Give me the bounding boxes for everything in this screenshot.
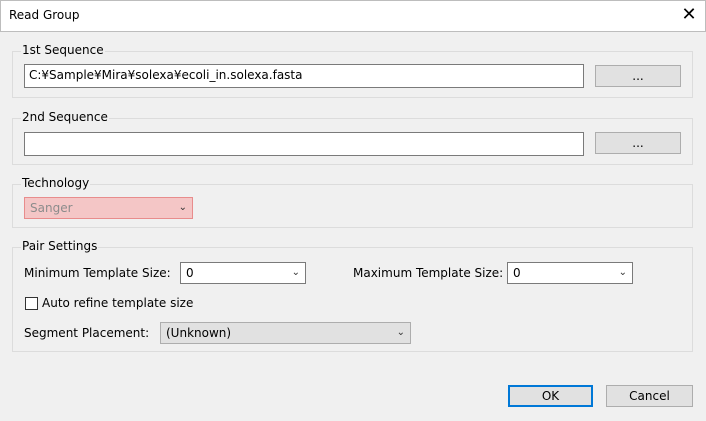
- max-template-value: 0: [513, 266, 521, 280]
- seq1-path-input[interactable]: C:¥Sample¥Mira¥solexa¥ecoli_in.solexa.fa…: [24, 64, 584, 88]
- segment-placement-label: Segment Placement:: [24, 326, 150, 340]
- min-template-value: 0: [186, 266, 194, 280]
- seq2-label: 2nd Sequence: [21, 110, 109, 124]
- seq1-browse-button[interactable]: ...: [595, 65, 681, 87]
- max-template-label: Maximum Template Size:: [353, 266, 504, 280]
- title-bar: [0, 0, 706, 32]
- auto-refine-label[interactable]: Auto refine template size: [42, 296, 193, 310]
- chevron-down-icon: ⌄: [178, 202, 187, 213]
- chevron-down-icon: ⌄: [396, 327, 405, 338]
- min-template-label: Minimum Template Size:: [24, 266, 171, 280]
- technology-value: Sanger: [30, 201, 73, 215]
- technology-select[interactable]: Sanger ⌄: [24, 197, 193, 219]
- min-template-select[interactable]: 0 ⌄: [180, 262, 306, 284]
- chevron-down-icon: ⌄: [618, 267, 627, 278]
- close-icon[interactable]: ✕: [676, 4, 702, 28]
- technology-label: Technology: [21, 176, 91, 190]
- window-title: Read Group: [9, 8, 80, 22]
- segment-placement-value: (Unknown): [166, 326, 232, 340]
- ok-button[interactable]: OK: [508, 385, 593, 407]
- segment-placement-select[interactable]: (Unknown) ⌄: [160, 322, 411, 344]
- max-template-select[interactable]: 0 ⌄: [507, 262, 633, 284]
- seq1-label: 1st Sequence: [21, 43, 105, 57]
- auto-refine-checkbox[interactable]: [25, 297, 38, 310]
- seq2-path-input[interactable]: [24, 132, 584, 156]
- seq2-browse-button[interactable]: ...: [595, 132, 681, 154]
- chevron-down-icon: ⌄: [291, 267, 300, 278]
- cancel-button[interactable]: Cancel: [606, 385, 693, 407]
- pair-settings-label: Pair Settings: [21, 239, 99, 253]
